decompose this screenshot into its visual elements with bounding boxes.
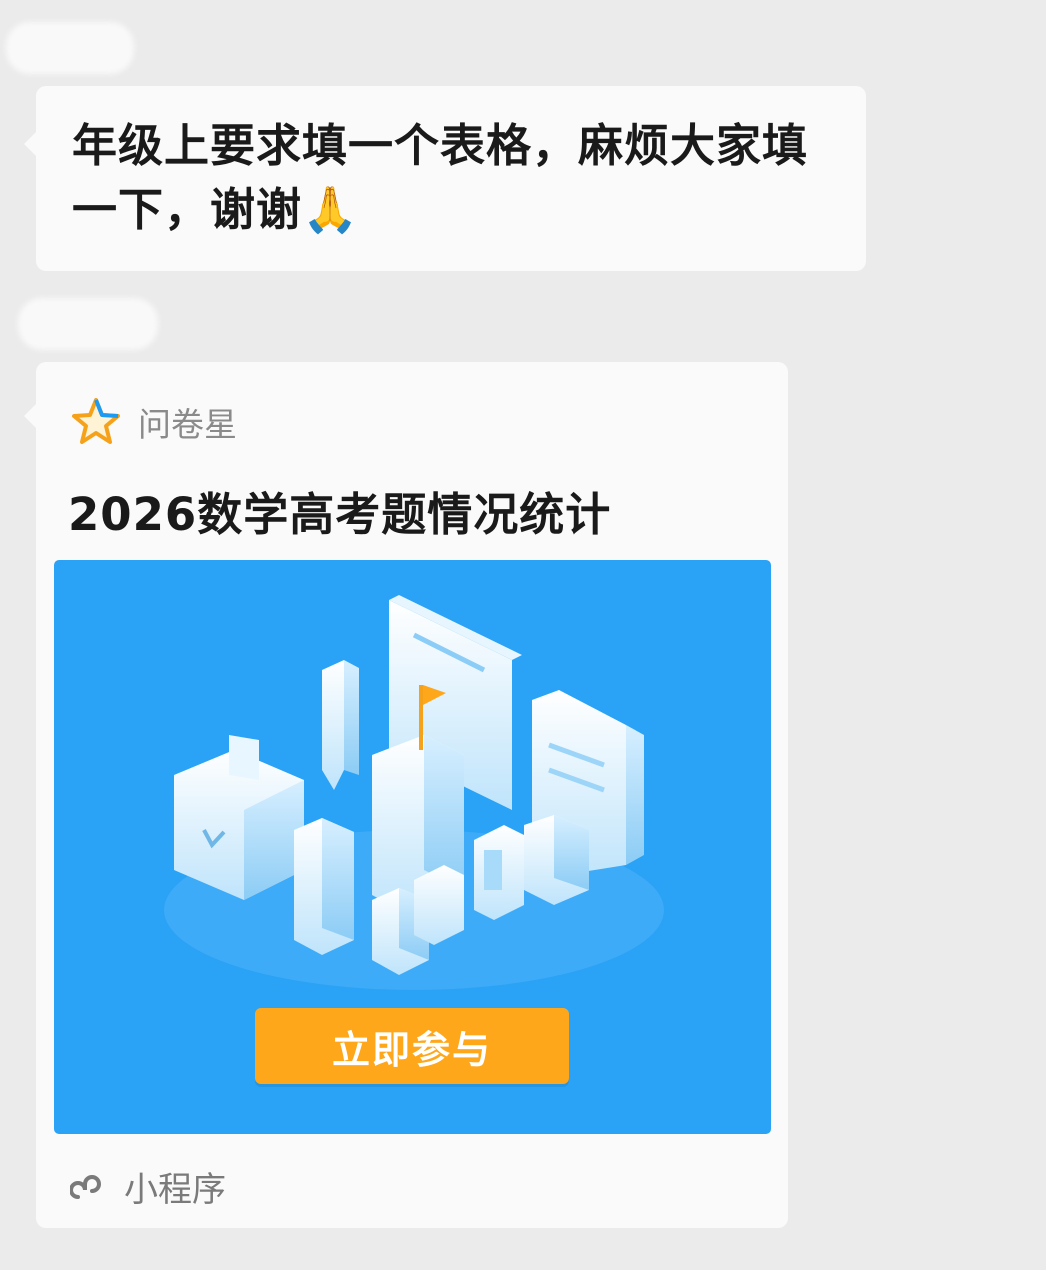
join-button[interactable]: 立即参与 (255, 1008, 569, 1084)
sender-name-redacted (6, 22, 134, 74)
message-text: 年级上要求填一个表格，麻烦大家填一下，谢谢🙏 (72, 119, 809, 236)
card-title: 2026数学高考题情况统计 (68, 488, 612, 541)
card-footer: 小程序 (70, 1162, 226, 1211)
footer-label: 小程序 (124, 1170, 226, 1210)
sender-name-redacted (18, 298, 158, 350)
message-bubble[interactable]: 年级上要求填一个表格，麻烦大家填一下，谢谢🙏 (24, 86, 866, 271)
source-name: 问卷星 (138, 405, 237, 444)
mini-program-icon (70, 1174, 101, 1199)
mini-program-card[interactable]: 问卷星 2026数学高考题情况统计 立即参与 小程序 (24, 362, 788, 1228)
card-cover-image[interactable]: 立即参与 (54, 560, 771, 1134)
card-source: 问卷星 (70, 396, 237, 448)
star-icon (72, 398, 120, 444)
